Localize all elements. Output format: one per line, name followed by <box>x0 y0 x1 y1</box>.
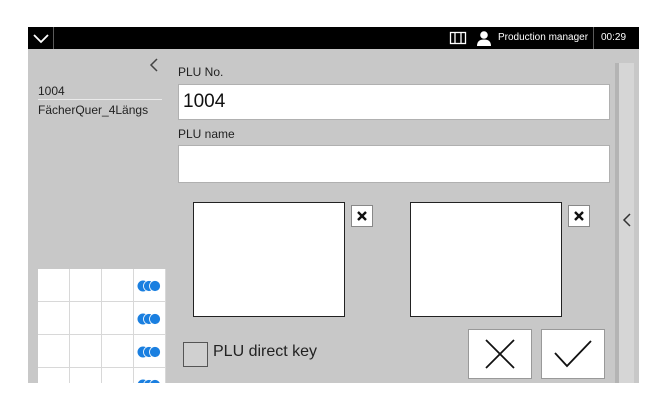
grid-cell[interactable] <box>38 335 70 368</box>
close-icon <box>574 211 584 221</box>
overlapping-dots-icon <box>137 346 161 358</box>
grid-cell[interactable] <box>70 368 102 383</box>
grid-cell[interactable] <box>38 302 70 335</box>
grid-cell[interactable] <box>102 302 134 335</box>
grid-cell[interactable] <box>38 368 70 383</box>
clear-image-2-button[interactable] <box>568 205 590 227</box>
user-icon <box>475 27 493 49</box>
clock-label: 00:29 <box>601 32 627 43</box>
overlapping-dots-icon <box>137 280 161 292</box>
confirm-button[interactable] <box>541 329 605 379</box>
divider <box>38 99 162 100</box>
plu-no-label: PLU No. <box>178 65 224 79</box>
panel-edge <box>615 63 619 383</box>
image-slot-1[interactable] <box>193 202 345 317</box>
overlapping-dots-icon <box>137 313 161 325</box>
plu-name-label: PLU name <box>178 127 235 141</box>
image-slot-2[interactable] <box>410 202 562 317</box>
expand-panel-button[interactable] <box>620 212 634 228</box>
close-icon <box>485 339 515 369</box>
checkmark-icon <box>554 340 592 368</box>
plu-name-summary: FächerQuer_4Längs <box>38 103 149 117</box>
grid-cell[interactable] <box>102 368 134 383</box>
overlapping-dots-icon <box>137 379 161 383</box>
chevron-down-icon <box>33 34 49 44</box>
plu-direct-key-label: PLU direct key <box>213 343 318 360</box>
user-role-label: Production manager <box>498 27 595 49</box>
plu-direct-key-checkbox[interactable] <box>183 342 208 367</box>
cancel-button[interactable] <box>468 329 532 379</box>
grid-cell[interactable] <box>134 335 166 368</box>
close-icon <box>357 211 367 221</box>
grid-cell[interactable] <box>134 269 166 302</box>
chevron-left-icon <box>622 213 631 227</box>
top-bar: Production manager 00:29 <box>28 27 639 49</box>
machine-icon <box>448 27 468 49</box>
grid-cell[interactable] <box>134 302 166 335</box>
back-button[interactable] <box>146 57 162 73</box>
grid-cell[interactable] <box>38 269 70 302</box>
clear-image-1-button[interactable] <box>351 205 373 227</box>
grid-cell[interactable] <box>70 335 102 368</box>
grid-cell[interactable] <box>102 269 134 302</box>
chevron-left-icon <box>149 58 158 72</box>
app-window: Production manager 00:29 1004 FächerQuer… <box>28 27 639 383</box>
grid-cell[interactable] <box>102 335 134 368</box>
menu-toggle-button[interactable] <box>28 27 54 49</box>
grid-cell[interactable] <box>70 269 102 302</box>
plu-number-summary: 1004 <box>38 84 65 98</box>
grid-cell[interactable] <box>134 368 166 383</box>
grid-cell[interactable] <box>70 302 102 335</box>
left-panel: 1004 FächerQuer_4Längs <box>28 49 166 383</box>
plu-name-input[interactable] <box>178 145 610 183</box>
key-layout-grid[interactable] <box>38 269 166 383</box>
plu-no-input[interactable]: 1004 <box>178 84 610 120</box>
